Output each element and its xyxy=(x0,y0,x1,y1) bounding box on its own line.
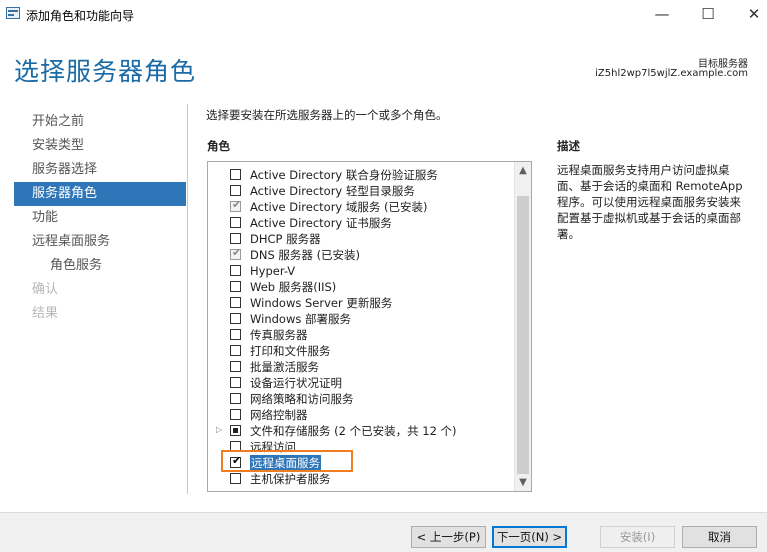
role-label: DHCP 服务器 xyxy=(250,232,321,246)
roles-list[interactable]: Active Directory 联合身份验证服务 Active Director… xyxy=(207,161,532,492)
previous-button[interactable]: < 上一步(P) xyxy=(411,526,486,548)
nav-item-remote-desktop-services[interactable]: 远程桌面服务 xyxy=(14,230,186,254)
role-checkbox: ✔ xyxy=(230,246,242,260)
close-button[interactable]: ✕ xyxy=(731,0,767,30)
role-list-item[interactable]: Active Directory 联合身份验证服务 xyxy=(208,167,513,183)
partial-check-icon xyxy=(233,428,238,433)
nav-item-before-you-begin[interactable]: 开始之前 xyxy=(14,110,186,134)
role-checkbox[interactable] xyxy=(230,473,241,484)
annotation-highlight-box xyxy=(221,450,353,472)
role-checkbox[interactable] xyxy=(230,377,241,388)
role-label: 主机保护者服务 xyxy=(250,472,331,486)
role-checkbox[interactable] xyxy=(230,409,241,420)
cancel-button[interactable]: 取消 xyxy=(682,526,757,548)
role-label: Web 服务器(IIS) xyxy=(250,280,337,294)
role-list-item[interactable]: ✔ DNS 服务器 (已安装) xyxy=(208,246,513,263)
role-label: 网络策略和访问服务 xyxy=(250,392,354,406)
nav-item-installation-type[interactable]: 安装类型 xyxy=(14,134,186,158)
role-checkbox[interactable] xyxy=(230,297,241,308)
wizard-nav: 开始之前 安装类型 服务器选择 服务器角色 功能 远程桌面服务 角色服务 确认 … xyxy=(14,110,186,326)
roles-scrollbar[interactable]: ▲ ▼ xyxy=(514,162,531,491)
next-button[interactable]: 下一页(N) > xyxy=(492,526,567,548)
role-list-item[interactable]: Web 服务器(IIS) xyxy=(208,279,513,295)
role-checkbox[interactable] xyxy=(230,361,241,372)
nav-item-server-roles[interactable]: 服务器角色 xyxy=(14,182,186,206)
role-label: 文件和存储服务 (2 个已安装，共 12 个) xyxy=(250,424,457,438)
role-checkbox[interactable] xyxy=(230,217,241,228)
role-list-item[interactable]: Hyper-V xyxy=(208,263,513,279)
role-checkbox[interactable] xyxy=(230,265,241,276)
window-title: 添加角色和功能向导 xyxy=(26,9,135,23)
destination-server-value: iZ5hl2wp7l5wjlZ.example.com xyxy=(595,68,748,79)
nav-item-confirmation: 确认 xyxy=(32,282,59,297)
role-label: 批量激活服务 xyxy=(250,360,319,374)
checkmark-icon: ✔ xyxy=(232,198,242,211)
nav-divider xyxy=(187,104,188,494)
role-checkbox[interactable] xyxy=(230,185,241,196)
nav-item-role-services[interactable]: 角色服务 xyxy=(14,254,186,278)
role-label: 打印和文件服务 xyxy=(250,344,331,358)
role-label: Active Directory 域服务 (已安装) xyxy=(250,200,428,214)
scroll-up-arrow-icon[interactable]: ▲ xyxy=(515,162,531,179)
role-label: Active Directory 联合身份验证服务 xyxy=(250,168,438,182)
role-checkbox[interactable] xyxy=(230,425,241,436)
title-bar: 添加角色和功能向导 — ☐ ✕ xyxy=(0,0,767,30)
role-list-item[interactable]: 网络策略和访问服务 xyxy=(208,391,513,407)
role-list-item[interactable]: 打印和文件服务 xyxy=(208,343,513,359)
role-list-item[interactable]: DHCP 服务器 xyxy=(208,231,513,247)
role-list-item[interactable]: Windows Server 更新服务 xyxy=(208,295,513,311)
role-label: Active Directory 轻型目录服务 xyxy=(250,184,415,198)
scroll-down-arrow-icon[interactable]: ▼ xyxy=(515,474,531,491)
minimize-button[interactable]: — xyxy=(639,0,685,30)
role-list-item[interactable]: Windows 部署服务 xyxy=(208,311,513,327)
role-checkbox: ✔ xyxy=(230,198,242,212)
role-list-item[interactable]: 设备运行状况证明 xyxy=(208,375,513,391)
role-list-item[interactable]: 网络控制器 xyxy=(208,407,513,423)
role-list-item[interactable]: Active Directory 轻型目录服务 xyxy=(208,183,513,199)
role-checkbox[interactable] xyxy=(230,393,241,404)
role-checkbox[interactable] xyxy=(230,329,241,340)
expand-arrow-icon[interactable]: ▷ xyxy=(216,425,222,434)
role-list-item[interactable]: ▷ 文件和存储服务 (2 个已安装，共 12 个) xyxy=(208,423,513,439)
role-list-item[interactable]: Active Directory 证书服务 xyxy=(208,215,513,231)
role-label: 网络控制器 xyxy=(250,408,308,422)
role-checkbox[interactable] xyxy=(230,169,241,180)
role-list-item[interactable]: 主机保护者服务 xyxy=(208,471,513,487)
role-list-item[interactable]: 批量激活服务 xyxy=(208,359,513,375)
nav-item-results: 结果 xyxy=(32,306,59,321)
role-checkbox[interactable] xyxy=(230,345,241,356)
role-label: 传真服务器 xyxy=(250,328,308,342)
scroll-thumb[interactable] xyxy=(517,196,529,474)
role-label: Windows 部署服务 xyxy=(250,312,351,326)
role-checkbox[interactable] xyxy=(230,233,241,244)
role-checkbox[interactable] xyxy=(230,313,241,324)
nav-item-features[interactable]: 功能 xyxy=(14,206,186,230)
role-label: Active Directory 证书服务 xyxy=(250,216,392,230)
role-label: 设备运行状况证明 xyxy=(250,376,342,390)
role-checkbox[interactable] xyxy=(230,281,241,292)
role-label: Hyper-V xyxy=(250,264,296,278)
description-heading: 描述 xyxy=(557,139,580,153)
page-title: 选择服务器角色 xyxy=(14,57,197,86)
role-list-item[interactable]: ✔ Active Directory 域服务 (已安装) xyxy=(208,198,513,215)
maximize-button[interactable]: ☐ xyxy=(685,0,731,30)
role-label: Windows Server 更新服务 xyxy=(250,296,393,310)
role-label: DNS 服务器 (已安装) xyxy=(250,248,361,262)
instruction-text: 选择要安装在所选服务器上的一个或多个角色。 xyxy=(206,108,448,122)
install-button: 安装(I) xyxy=(600,526,675,548)
checkmark-icon: ✔ xyxy=(232,246,242,259)
wizard-app-icon xyxy=(6,7,20,19)
roles-heading: 角色 xyxy=(207,139,230,153)
description-text: 远程桌面服务支持用户访问虚拟桌面、基于会话的桌面和 RemoteApp 程序。可… xyxy=(557,163,743,241)
role-list-item[interactable]: 传真服务器 xyxy=(208,327,513,343)
nav-item-server-selection[interactable]: 服务器选择 xyxy=(14,158,186,182)
